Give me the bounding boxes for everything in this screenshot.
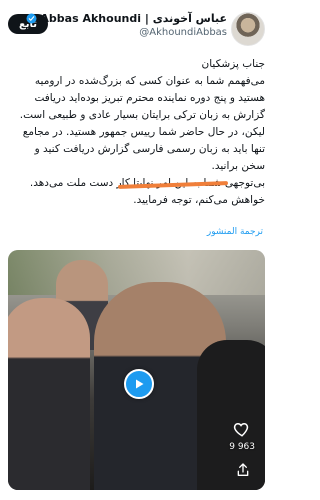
avatar[interactable]: [231, 12, 265, 46]
tweet-line: تنها باید به زبان رسمی فارسی گزارش دریاف…: [34, 143, 265, 155]
tweet-line: لیکن، در حال حاضر شما رییس جمهور هستید. …: [22, 126, 265, 138]
video-person-left: [8, 298, 90, 490]
tweet-line: هستید و پنج دوره نماینده محترم تبریز بود…: [34, 92, 265, 104]
video-person-right: [197, 340, 265, 490]
author-handle: @AkhoundiAbbas: [139, 27, 227, 38]
translate-post-link[interactable]: ترجمة المنشور: [207, 227, 263, 237]
author-display-name-row: Abbas Akhoundi | عباس آخوندی: [26, 12, 227, 25]
author-info[interactable]: Abbas Akhoundi | عباس آخوندی @AkhoundiAb…: [26, 12, 227, 38]
video-media[interactable]: 9 963: [8, 250, 265, 490]
tweet-line: جناب پزشکیان: [201, 58, 265, 70]
tweet-line: گزارش به زبان ترکی برایتان بسیار عادی و …: [19, 109, 265, 121]
tweet-line: می‌فهمم شما به عنوان کسی که بزرگ‌شده در …: [34, 75, 265, 87]
share-icon[interactable]: [235, 462, 251, 478]
author-display-name: Abbas Akhoundi | عباس آخوندی: [40, 12, 227, 25]
play-button[interactable]: [124, 369, 154, 399]
tweet-line: خواهش می‌کنم، توجه فرمایید.: [133, 194, 265, 206]
play-icon: [136, 379, 144, 389]
verified-badge-icon: [26, 13, 37, 24]
heart-icon[interactable]: [233, 420, 251, 438]
tweet-header: تابع Abbas Akhoundi | عباس آخوندی @Akhou…: [8, 8, 265, 48]
tweet-line: سخن برانید.: [211, 160, 265, 172]
like-count: 9 963: [229, 442, 255, 452]
